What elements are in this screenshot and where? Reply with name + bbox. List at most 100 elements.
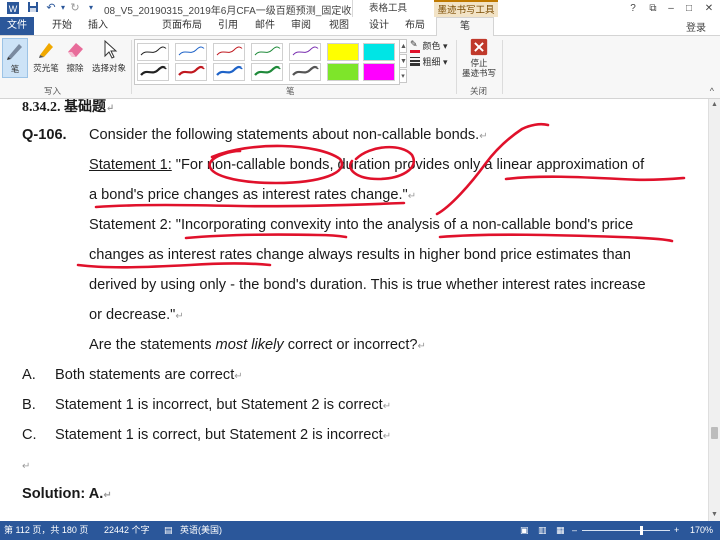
paragraph-mark: ↵ [103, 490, 112, 501]
zoom-slider-thumb[interactable] [640, 526, 643, 535]
tab-file[interactable]: 文件 [0, 17, 34, 35]
help-button[interactable]: ? [624, 0, 642, 17]
print-layout-icon[interactable]: ▥ [538, 521, 547, 540]
word-count[interactable]: 22442 个字 [104, 521, 150, 540]
maximize-button[interactable]: □ [680, 0, 698, 17]
pen-swatch[interactable] [175, 43, 207, 61]
empty-paragraph: ↵ [22, 457, 30, 473]
sign-in-link[interactable]: 登录 [686, 19, 706, 34]
minimize-button[interactable]: – [662, 0, 680, 17]
highlighter-swatch[interactable] [363, 63, 395, 81]
stop-inking-label-line2: 墨迹书写 [461, 68, 496, 78]
vertical-scrollbar[interactable]: ▲ ▼ [708, 99, 720, 521]
solution-line: Solution: A.↵ [22, 486, 112, 502]
scroll-thumb[interactable] [711, 427, 718, 439]
pen-swatch[interactable] [213, 63, 245, 81]
pen-color-label: 颜色 [422, 41, 441, 51]
stop-inking-button[interactable]: 停止 墨迹书写 [460, 38, 498, 78]
tab-references[interactable]: 引用 [212, 17, 244, 35]
statement-1-line-2: a bond's price changes as interest rates… [89, 187, 416, 203]
gallery-scroll-up-icon[interactable]: ▲ [399, 39, 407, 53]
paragraph-mark: ↵ [234, 371, 243, 382]
pen-swatch[interactable] [213, 43, 245, 61]
tab-view[interactable]: 视图 [324, 17, 354, 35]
line-weight-icon [410, 56, 420, 70]
group-divider [131, 40, 132, 94]
tab-pen[interactable]: 笔 [436, 17, 494, 36]
pen-swatch[interactable] [289, 43, 321, 61]
pen-swatch[interactable] [137, 63, 169, 81]
pen-thickness-label: 粗细 [422, 57, 441, 67]
ribbon-display-options-button[interactable]: ⧉ [644, 0, 662, 17]
option-b-text: Statement 1 is incorrect, but Statement … [55, 397, 383, 413]
highlighter-swatch[interactable] [363, 43, 395, 61]
gallery-expand-icon[interactable]: ▾ [399, 69, 407, 83]
pens-gallery[interactable] [134, 39, 400, 85]
tab-insert[interactable]: 插入 [80, 17, 116, 35]
highlighter-swatch[interactable] [327, 43, 359, 61]
pen-swatch[interactable] [251, 43, 283, 61]
page-count[interactable]: 第 112 页，共 180 页 [4, 521, 88, 540]
option-b-letter: B. [22, 397, 36, 413]
status-bar: 第 112 页，共 180 页 22442 个字 ▤ 英语(美国) ▣ ▥ ▦ … [0, 521, 720, 540]
zoom-level[interactable]: 170% [690, 521, 713, 540]
option-c: Statement 1 is correct, but Statement 2 … [55, 427, 391, 443]
gallery-scroll-down-icon[interactable]: ▼ [399, 54, 407, 68]
tab-layout[interactable]: 布局 [400, 17, 430, 35]
highlighter-swatch[interactable] [327, 63, 359, 81]
pen-thickness-button[interactable]: 粗细 ▾ [410, 55, 448, 69]
statement-1-text: "For non-callable bonds, duration provid… [171, 157, 645, 173]
tab-review[interactable]: 审阅 [286, 17, 316, 35]
stop-x-icon [470, 38, 488, 56]
option-b: Statement 1 is incorrect, but Statement … [55, 397, 391, 413]
tab-design[interactable]: 设计 [364, 17, 394, 35]
eraser-icon [68, 43, 83, 57]
pen-color-button[interactable]: ✎ 颜色 ▾ [410, 39, 448, 54]
collapse-ribbon-icon[interactable]: ^ [710, 86, 714, 96]
document-canvas[interactable]: 8.34.2. 基础题↵ Q-106. Consider the followi… [0, 99, 708, 521]
scroll-up-icon[interactable]: ▲ [709, 99, 720, 111]
proofing-icon[interactable]: ▤ [164, 521, 173, 540]
customize-toolbar-icon[interactable]: ▾ [84, 1, 98, 15]
ink-underline-statement-1-b [94, 201, 406, 209]
statement-1-line-1: Statement 1: "For non-callable bonds, du… [89, 157, 644, 173]
table-tools-context-label: 表格工具 [352, 0, 423, 17]
pen-swatch[interactable] [289, 63, 321, 81]
redo-icon[interactable]: ↻ [68, 1, 82, 15]
solution-text: Solution: A. [22, 486, 104, 502]
scroll-down-icon[interactable]: ▼ [709, 509, 720, 521]
pen-tool-button[interactable]: 笔 [2, 38, 28, 78]
eraser-tool-label: 擦除 [66, 63, 84, 73]
chevron-down-icon: ▾ [443, 57, 448, 67]
section-heading-text: 8.34.2. 基础题 [22, 100, 106, 115]
eraser-tool-button[interactable]: 擦除 [62, 38, 88, 78]
read-mode-icon[interactable]: ▣ [520, 521, 529, 540]
ink-tools-context-label: 墨迹书写工具 [434, 0, 498, 17]
tab-page-layout[interactable]: 页面布局 [158, 17, 206, 35]
statement-2-line-1: Statement 2: "Incorporating convexity in… [89, 217, 634, 233]
paragraph-mark: ↵ [175, 311, 184, 322]
pen-swatch[interactable] [251, 63, 283, 81]
pen-icon [7, 44, 22, 60]
zoom-slider[interactable] [582, 530, 670, 531]
option-c-letter: C. [22, 427, 37, 443]
option-a: Both statements are correct↵ [55, 367, 243, 383]
zoom-in-icon[interactable]: + [674, 521, 679, 540]
close-button[interactable]: ✕ [700, 0, 718, 17]
select-objects-button[interactable]: 选择对象 [90, 38, 128, 78]
web-layout-icon[interactable]: ▦ [556, 521, 565, 540]
chevron-down-icon: ▾ [443, 41, 448, 51]
highlighter-tool-label: 荧光笔 [33, 63, 59, 73]
zoom-out-icon[interactable]: – [572, 521, 577, 540]
ink-underline-changes [76, 262, 272, 269]
ribbon-tab-row: 文件 开始 插入 页面布局 引用 邮件 审阅 视图 设计 布局 笔 登录 [0, 17, 720, 36]
pen-swatch[interactable] [175, 63, 207, 81]
language-indicator[interactable]: 英语(美国) [180, 521, 222, 540]
tab-mailings[interactable]: 邮件 [250, 17, 280, 35]
save-icon[interactable] [26, 1, 40, 15]
highlighter-tool-button[interactable]: 荧光笔 [32, 38, 60, 78]
question-intro-text: Consider the following statements about … [89, 127, 480, 143]
pen-swatch[interactable] [137, 43, 169, 61]
tab-home[interactable]: 开始 [44, 17, 80, 35]
stop-inking-label-line1: 停止 [470, 58, 488, 68]
